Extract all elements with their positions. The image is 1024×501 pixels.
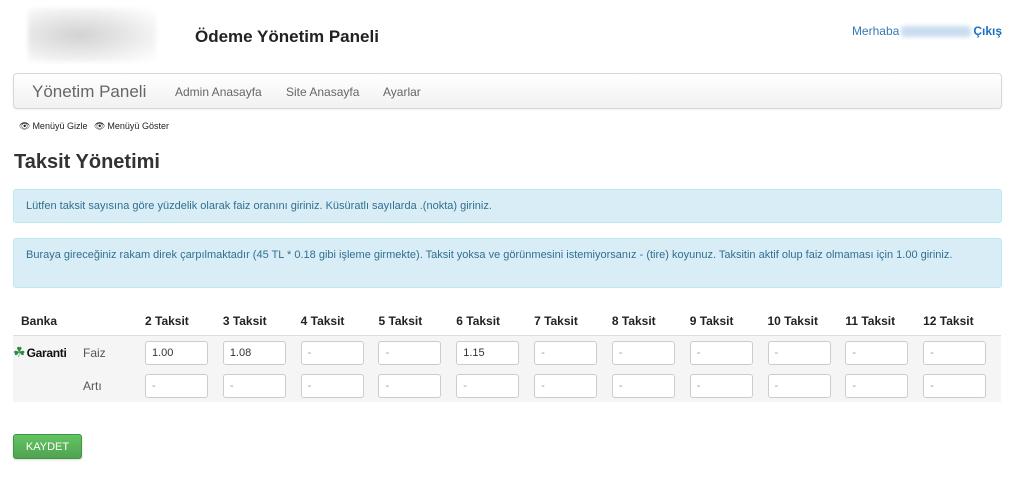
installment-header: 4 Taksit bbox=[300, 306, 379, 336]
info-alert-multiplier: Buraya gireceğiniz rakam direk çarpılmak… bbox=[13, 238, 1002, 288]
top-header: Ödeme Yönetim Paneli Merhaba Çıkış bbox=[0, 0, 1024, 72]
plus-input-4[interactable] bbox=[300, 373, 364, 398]
table-row-interest: ☘Garanti Faiz bbox=[13, 335, 1001, 369]
plus-input-3[interactable] bbox=[222, 373, 286, 398]
interest-input-3[interactable] bbox=[222, 340, 286, 365]
menu-toggles: 👁 Menüyü Gizle 👁 Menüyü Göster bbox=[19, 121, 173, 132]
plus-input-11[interactable] bbox=[845, 373, 909, 398]
bank-name: Garanti bbox=[26, 346, 67, 360]
installment-header: 10 Taksit bbox=[767, 306, 846, 336]
plus-input-6[interactable] bbox=[456, 373, 520, 398]
plus-input-2[interactable] bbox=[145, 373, 208, 398]
installment-header: 9 Taksit bbox=[689, 306, 768, 336]
installment-header: 2 Taksit bbox=[145, 306, 223, 336]
installment-header: 6 Taksit bbox=[456, 306, 535, 336]
installment-header: 11 Taksit bbox=[845, 306, 924, 336]
interest-input-12[interactable] bbox=[923, 340, 987, 365]
plus-input-10[interactable] bbox=[767, 373, 831, 398]
installment-header: 12 Taksit bbox=[923, 306, 1001, 336]
interest-input-10[interactable] bbox=[767, 340, 831, 365]
interest-input-2[interactable] bbox=[145, 340, 208, 365]
plus-input-8[interactable] bbox=[611, 373, 675, 398]
show-menu-toggle[interactable]: 👁 Menüyü Göster bbox=[94, 121, 169, 131]
interest-input-6[interactable] bbox=[456, 340, 520, 365]
main-navbar: Yönetim Paneli Admin Anasayfa Site Anasa… bbox=[13, 73, 1002, 109]
type-column-header bbox=[83, 306, 145, 336]
nav-link-admin-home[interactable]: Admin Anasayfa bbox=[175, 85, 262, 99]
logout-link[interactable]: Çıkış bbox=[973, 24, 1002, 38]
site-title: Ödeme Yönetim Paneli bbox=[195, 27, 379, 46]
row-label-interest: Faiz bbox=[83, 335, 145, 369]
greeting-text: Merhaba bbox=[851, 24, 900, 38]
installment-header: 7 Taksit bbox=[534, 306, 612, 336]
table-row-plus: Artı bbox=[13, 369, 1001, 402]
show-menu-label: Menüyü Göster bbox=[107, 121, 169, 131]
username-blurred bbox=[901, 26, 972, 38]
navbar-brand[interactable]: Yönetim Paneli bbox=[32, 82, 146, 102]
plus-input-5[interactable] bbox=[378, 373, 442, 398]
hide-menu-toggle[interactable]: 👁 Menüyü Gizle bbox=[19, 121, 87, 131]
interest-input-4[interactable] bbox=[300, 340, 364, 365]
bank-column-header: Banka bbox=[13, 306, 83, 336]
empty-cell bbox=[13, 369, 83, 402]
nav-link-settings[interactable]: Ayarlar bbox=[383, 85, 421, 99]
site-logo[interactable] bbox=[28, 8, 156, 62]
info-alert-percentage: Lütfen taksit sayısına göre yüzdelik ola… bbox=[13, 189, 1002, 223]
save-button[interactable]: KAYDET bbox=[13, 434, 82, 459]
interest-input-9[interactable] bbox=[689, 340, 753, 365]
interest-input-8[interactable] bbox=[611, 340, 675, 365]
plus-input-7[interactable] bbox=[534, 373, 598, 398]
installment-header: 3 Taksit bbox=[222, 306, 301, 336]
eye-icon: 👁 bbox=[19, 121, 31, 131]
installment-header: 8 Taksit bbox=[611, 306, 690, 336]
interest-input-5[interactable] bbox=[378, 340, 442, 365]
user-greeting: Merhaba Çıkış bbox=[852, 24, 1002, 38]
page-title: Taksit Yönetimi bbox=[14, 151, 160, 173]
table-header-row: Banka 2 Taksit 3 Taksit 4 Taksit 5 Taksi… bbox=[13, 306, 1001, 336]
interest-input-11[interactable] bbox=[845, 340, 909, 365]
clover-icon: ☘ bbox=[13, 344, 26, 360]
row-label-plus: Artı bbox=[83, 369, 145, 402]
plus-input-12[interactable] bbox=[923, 373, 987, 398]
interest-input-7[interactable] bbox=[534, 340, 598, 365]
hide-menu-label: Menüyü Gizle bbox=[32, 121, 88, 131]
nav-link-site-home[interactable]: Site Anasayfa bbox=[286, 85, 359, 99]
installment-header: 5 Taksit bbox=[378, 306, 457, 336]
installment-rates-table: Banka 2 Taksit 3 Taksit 4 Taksit 5 Taksi… bbox=[13, 306, 1001, 402]
eye-icon: 👁 bbox=[93, 121, 106, 131]
bank-logo-garanti: ☘Garanti bbox=[13, 335, 83, 369]
plus-input-9[interactable] bbox=[689, 373, 753, 398]
